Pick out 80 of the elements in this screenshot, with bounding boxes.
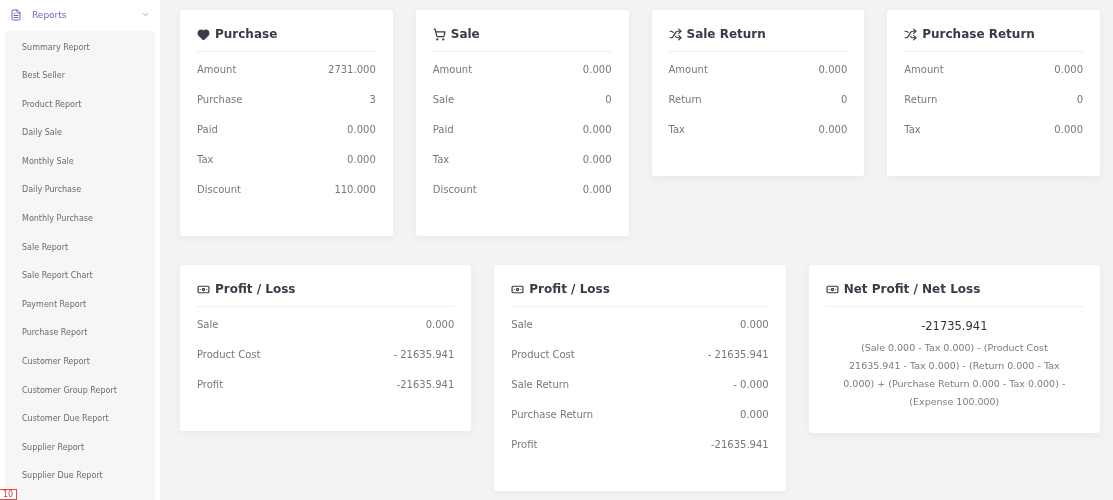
row-value: 0 — [1076, 94, 1083, 107]
row-label: Paid — [432, 124, 454, 137]
row-label: Tax — [197, 154, 214, 167]
submenu-item[interactable]: Sale Report Chart — [22, 271, 93, 282]
row-value: 0 — [840, 94, 848, 107]
row-value: 0.000 — [1054, 64, 1083, 77]
row-label: Return — [668, 94, 702, 107]
row-label: Product Cost — [511, 349, 575, 362]
formula-text: (Sale 0.000 - Tax 0.000) - (Product Cost 21635.941 - Tax 0.000) - (Return 0.000 - Tax 0.000) + (Purchase Return 0.000 - Tax 0.000) - (Expense 100.000) — [842, 341, 1067, 409]
shuffle-icon — [668, 27, 682, 41]
row-value: 0.000 — [347, 124, 376, 137]
reports-menu[interactable]: Reports — [0, 6, 160, 24]
row-value: 0.000 — [582, 154, 612, 167]
submenu-item[interactable]: Customer Due Report — [22, 414, 109, 425]
submenu-item[interactable]: Payment Report — [22, 299, 87, 310]
row-value: - 21635.941 — [393, 349, 455, 362]
row-value: 0.000 — [818, 64, 848, 77]
card-title: Sale — [450, 27, 480, 41]
row-label: Purchase Return — [511, 409, 594, 422]
submenu-item[interactable]: Monthly Sale — [22, 156, 74, 167]
row-label: Sale Return — [511, 379, 570, 392]
row-label: Tax — [432, 154, 450, 167]
card-title: Profit / Loss — [529, 282, 610, 296]
row-value: 0.000 — [818, 124, 848, 137]
row-value: -21635.941 — [396, 379, 455, 392]
submenu-item[interactable]: Daily Purchase — [22, 185, 82, 196]
submenu-item[interactable]: Daily Sale — [22, 128, 62, 139]
row-label: Discount — [432, 184, 477, 197]
submenu-item[interactable]: Sale Report — [22, 242, 69, 253]
submenu-item[interactable]: Monthly Purchase — [22, 214, 93, 225]
submenu-item[interactable]: Supplier Due Report — [22, 471, 103, 482]
row-label: Profit — [511, 439, 538, 452]
row-value: 0.000 — [740, 409, 769, 422]
row-label: Purchase — [197, 94, 243, 107]
row-label: Amount — [668, 64, 708, 77]
row-value: 3 — [369, 94, 376, 107]
row-value: 110.000 — [334, 184, 376, 197]
row-value: 0.000 — [582, 124, 612, 137]
row-label: Amount — [197, 64, 237, 77]
card-title: Net Profit / Net Loss — [843, 282, 981, 296]
shuffle-icon — [904, 27, 918, 41]
row-value: -21635.941 — [710, 439, 769, 452]
document-icon — [10, 8, 22, 21]
row-label: Tax — [904, 124, 921, 137]
row-value: 0 — [605, 94, 612, 107]
submenu-item[interactable]: Product Report — [22, 99, 82, 110]
net-value: -21735.941 — [920, 319, 989, 333]
heart-icon — [197, 27, 210, 41]
row-label: Product Cost — [197, 349, 261, 362]
row-value: 2731.000 — [328, 64, 376, 77]
row-value: - 21635.941 — [707, 349, 769, 362]
row-label: Amount — [432, 64, 473, 77]
row-value: 0.000 — [1054, 124, 1083, 137]
submenu-item[interactable]: Summary Report — [22, 42, 90, 53]
row-label: Tax — [668, 124, 685, 137]
row-value: 0.000 — [582, 184, 612, 197]
card-title: Profit / Loss — [215, 282, 296, 296]
submenu-item[interactable]: Best Seller — [22, 71, 65, 82]
corner-badge: 10 — [0, 489, 18, 500]
card-title: Purchase — [215, 27, 278, 41]
cart-icon — [432, 27, 446, 41]
submenu-item[interactable]: Purchase Report — [22, 328, 88, 339]
row-label: Discount — [197, 184, 241, 197]
card-title: Purchase Return — [922, 27, 1035, 41]
row-label: Sale — [432, 94, 455, 107]
submenu-item[interactable]: Supplier Report — [22, 442, 85, 453]
row-label: Sale — [511, 319, 533, 332]
row-value: 0.000 — [425, 319, 455, 332]
row-label: Amount — [904, 64, 944, 77]
row-label: Profit — [197, 379, 224, 392]
row-value: 0.000 — [347, 154, 376, 167]
row-value: 0.000 — [582, 64, 612, 77]
submenu-item[interactable]: Customer Report — [22, 357, 90, 368]
row-label: Sale — [197, 319, 219, 332]
row-value: - 0.000 — [733, 379, 769, 392]
row-label: Paid — [197, 124, 218, 137]
card-title: Sale Return — [686, 27, 766, 41]
submenu-item[interactable]: Customer Group Report — [22, 385, 117, 396]
row-label: Return — [904, 94, 938, 107]
row-value: 0.000 — [740, 319, 769, 332]
